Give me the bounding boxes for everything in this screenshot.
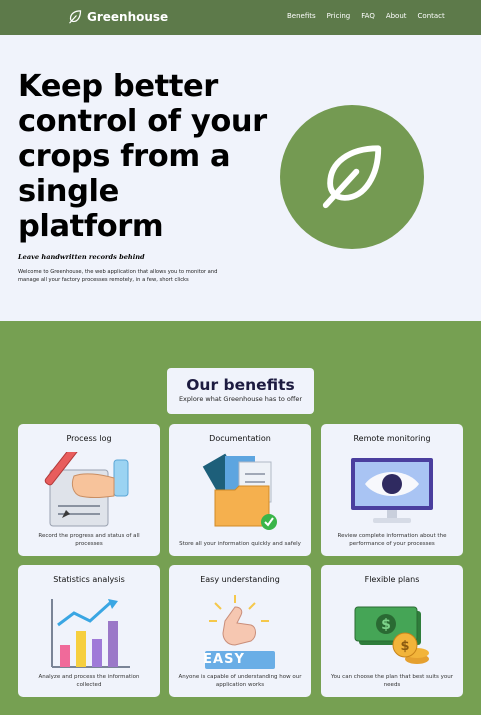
benefits-title: Our benefits: [186, 376, 295, 394]
card-title: Process log: [66, 434, 112, 443]
benefit-card-documentation: Documentation Store all your information…: [169, 424, 311, 556]
hand-writing-icon: [44, 452, 129, 527]
brand-name: Greenhouse: [87, 9, 169, 24]
hero-description: Welcome to Greenhouse, the web applicati…: [18, 269, 218, 283]
hero-leaf-badge: [280, 105, 424, 249]
benefits-tagline: Explore what Greenhouse has to offer: [178, 395, 303, 403]
nav-link-contact[interactable]: Contact: [418, 12, 445, 20]
card-description: Store all your information quickly and s…: [179, 541, 301, 547]
card-description: Review complete information about the pe…: [337, 533, 447, 547]
eye-monitor-icon: [351, 458, 433, 523]
card-description: Record the progress and status of all pr…: [38, 533, 140, 547]
nav-link-faq[interactable]: FAQ: [361, 12, 375, 20]
benefits-section: Our benefits Explore what Greenhouse has…: [0, 321, 481, 715]
nav-link-about[interactable]: About: [386, 12, 407, 20]
card-description: Anyone is capable of understanding how o…: [178, 674, 302, 688]
hero-section: Keep better control of your crops from a…: [0, 35, 481, 321]
card-title: Flexible plans: [364, 575, 420, 584]
benefit-card-flexible-plans: Flexible plans $ $ You can choose the pl…: [321, 565, 463, 697]
money-coins-icon: $ $: [354, 606, 429, 664]
top-nav: Greenhouse Benefits Pricing FAQ About Co…: [0, 0, 481, 35]
benefit-card-process-log: Process log Record the progress and stat…: [18, 424, 160, 556]
svg-text:$: $: [400, 639, 409, 654]
card-title: Easy understanding: [200, 575, 280, 584]
brand-link[interactable]: Greenhouse: [68, 9, 168, 24]
documents-folder-icon: [202, 453, 277, 530]
easy-badge-text: EASY: [203, 652, 245, 667]
card-title: Statistics analysis: [53, 575, 125, 584]
benefit-card-statistics-analysis: Statistics analysis Analyze and process …: [18, 565, 160, 697]
bar-chart-icon: [51, 599, 130, 668]
hero-subtitle: Leave handwritten records behind: [18, 253, 145, 261]
card-description: You can choose the plan that best suits …: [330, 674, 454, 688]
benefit-card-remote-monitoring: Remote monitoring Review complete inform…: [321, 424, 463, 556]
card-description: Analyze and process the information coll…: [38, 674, 140, 688]
benefits-header: Our benefits Explore what Greenhouse has…: [167, 368, 314, 414]
hero-title: Keep better control of your crops from a…: [18, 69, 267, 244]
nav-link-pricing[interactable]: Pricing: [327, 12, 351, 20]
benefit-card-easy-understanding: Easy understanding Anyone is capable of …: [169, 565, 311, 697]
card-title: Remote monitoring: [353, 434, 431, 443]
leaf-icon: [322, 145, 382, 209]
nav-link-benefits[interactable]: Benefits: [287, 12, 316, 20]
card-title: Documentation: [209, 434, 271, 443]
svg-text:$: $: [381, 617, 391, 633]
nav-links: Benefits Pricing FAQ About Contact: [287, 12, 445, 20]
leaf-icon: [69, 10, 82, 24]
